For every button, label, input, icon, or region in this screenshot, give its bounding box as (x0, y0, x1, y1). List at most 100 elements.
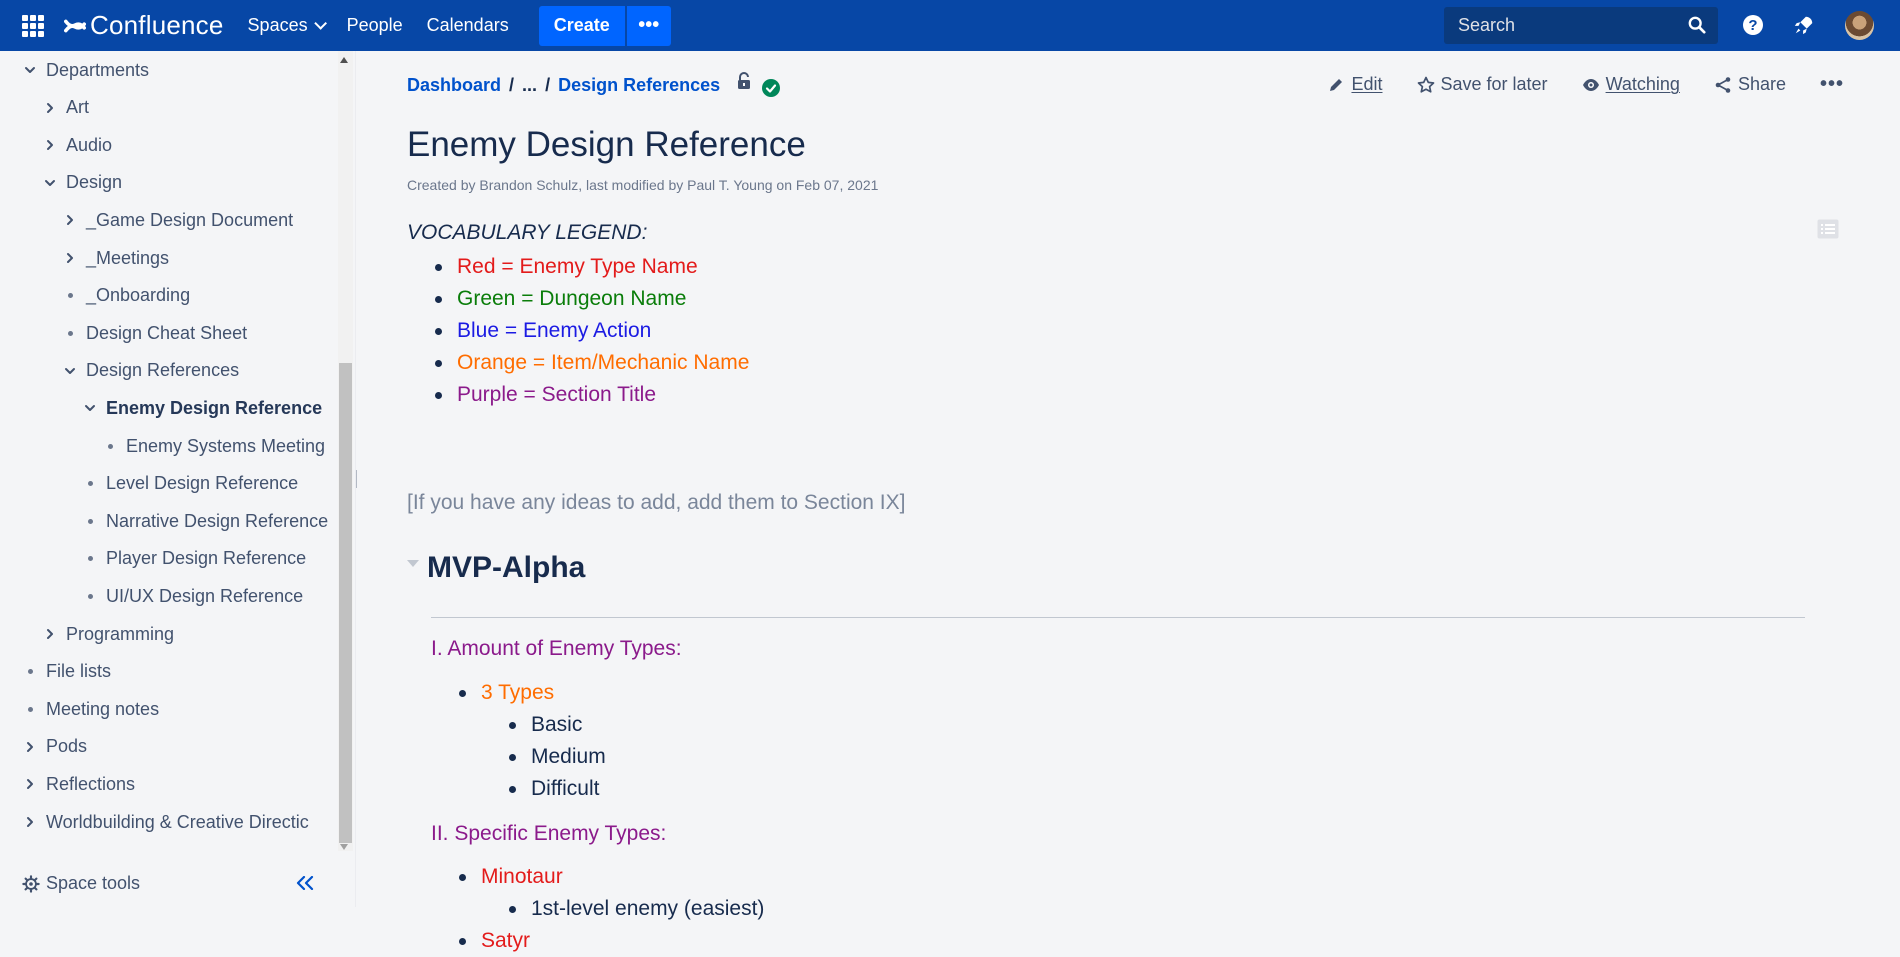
collapse-sidebar-icon[interactable] (296, 876, 314, 890)
table-of-contents-icon[interactable] (1817, 219, 1839, 239)
sidebar-item[interactable]: Reflections (20, 769, 135, 799)
page-byline: Created by Brandon Schulz, last modified… (407, 177, 879, 193)
breadcrumb: Dashboard / ... / Design References (407, 72, 781, 97)
watching-button[interactable]: Watching (1582, 74, 1680, 95)
page-tree-sidebar: Departments Art Audio Design _Game Design Do… (0, 51, 356, 907)
sidebar-item[interactable]: Audio (40, 130, 112, 160)
create-button-group: Create ••• (538, 5, 671, 46)
bullet-icon (80, 556, 100, 562)
calendars-link[interactable]: Calendars (427, 15, 509, 36)
list-item: Basic (509, 709, 606, 741)
notifications-rocket-icon[interactable] (1793, 14, 1815, 36)
save-for-later-label: Save for later (1440, 74, 1548, 94)
legend-item: Orange = Item/Mechanic Name (434, 347, 749, 379)
space-tools-label: Space tools (46, 873, 141, 893)
sidebar-item[interactable]: Worldbuilding & Creative Directic (20, 807, 309, 837)
chevron-right-icon[interactable] (40, 135, 60, 155)
bullet-icon (60, 330, 80, 336)
list-item: Medium (509, 741, 606, 773)
top-navigation-bar: Confluence Spaces People Calendars Creat… (0, 0, 1900, 51)
sidebar-item[interactable]: UI/UX Design Reference (80, 581, 303, 611)
spaces-menu[interactable]: Spaces (248, 15, 327, 36)
expand-section-icon[interactable] (407, 559, 419, 567)
chevron-down-icon[interactable] (60, 361, 80, 381)
breadcrumb-ellipsis[interactable]: ... (522, 75, 537, 96)
section-i-list: 3 Types (458, 677, 554, 709)
breadcrumb-dashboard[interactable]: Dashboard (407, 75, 501, 96)
sidebar-item-label: Pods (46, 736, 88, 757)
sidebar-item-label: Worldbuilding & Creative Directic (46, 811, 309, 832)
sidebar-item[interactable]: Design Cheat Sheet (60, 318, 247, 348)
sidebar-item-label: Design (66, 172, 123, 193)
breadcrumb-separator: / (545, 74, 551, 95)
more-actions-button[interactable]: ••• (1820, 73, 1844, 96)
chevron-down-icon[interactable] (40, 173, 60, 193)
sidebar-item[interactable]: _Onboarding (60, 281, 190, 311)
sidebar-item[interactable]: _Meetings (60, 243, 169, 273)
create-button[interactable]: Create (538, 5, 625, 46)
gear-icon (22, 874, 40, 893)
edit-button[interactable]: Edit (1327, 74, 1383, 95)
sidebar-item-label: Design References (86, 360, 240, 381)
unlocked-restrictions-icon[interactable] (736, 72, 752, 90)
pencil-icon (1330, 78, 1343, 91)
sidebar-item[interactable]: Design (40, 168, 122, 198)
main-content: Dashboard / ... / Design References Edit… (363, 51, 1900, 952)
sidebar-item[interactable]: File lists (20, 657, 111, 687)
chevron-right-icon[interactable] (20, 737, 40, 757)
mvp-alpha-heading[interactable]: MVP-Alpha (407, 551, 585, 585)
sidebar-item[interactable]: Enemy Design Reference (80, 393, 322, 423)
sidebar-item-label: Meeting notes (46, 698, 160, 719)
sidebar-item[interactable]: Level Design Reference (80, 469, 298, 499)
space-tools-button[interactable]: Space tools (22, 873, 140, 894)
chevron-right-icon[interactable] (60, 248, 80, 268)
sidebar-item[interactable]: Meeting notes (20, 694, 159, 724)
sidebar-scrollbar-thumb[interactable] (339, 363, 352, 843)
save-for-later-button[interactable]: Save for later (1417, 74, 1548, 95)
chevron-right-icon[interactable] (20, 812, 40, 832)
chevron-down-icon (313, 17, 327, 30)
sidebar-item-label: Audio (66, 134, 113, 155)
sidebar-item[interactable]: Art (40, 93, 89, 123)
chevron-down-icon[interactable] (20, 60, 40, 80)
watching-label: Watching (1605, 74, 1680, 94)
sidebar-item-label: _Game Design Document (86, 209, 294, 230)
breadcrumb-design-references[interactable]: Design References (558, 75, 720, 96)
search-input[interactable] (1456, 14, 1680, 37)
help-icon[interactable]: ? (1743, 15, 1763, 35)
sidebar-item[interactable]: Player Design Reference (80, 544, 306, 574)
edit-label: Edit (1351, 74, 1383, 94)
vocabulary-legend-list: Red = Enemy Type Name Green = Dungeon Nam… (434, 251, 749, 411)
user-avatar[interactable] (1845, 11, 1874, 40)
sidebar-item-label: Narrative Design Reference (106, 510, 329, 531)
sidebar-item[interactable]: Programming (40, 619, 174, 649)
app-switcher-icon[interactable] (22, 14, 44, 37)
mvp-alpha-title: MVP-Alpha (427, 551, 586, 584)
list-item: 1st-level enemy (easiest) (508, 893, 764, 925)
share-button[interactable]: Share (1714, 74, 1786, 95)
create-more-button[interactable]: ••• (626, 5, 671, 46)
section-ii-list: Satyr (458, 925, 530, 957)
confluence-logo[interactable]: Confluence (64, 10, 224, 41)
sidebar-item[interactable]: Narrative Design Reference (80, 506, 328, 536)
ideas-note: [If you have any ideas to add, add them … (407, 491, 906, 514)
chevron-down-icon[interactable] (80, 398, 100, 418)
chevron-right-icon[interactable] (40, 624, 60, 644)
chevron-right-icon[interactable] (40, 98, 60, 118)
scroll-down-arrow-icon[interactable] (340, 844, 348, 850)
scroll-up-arrow-icon[interactable] (340, 57, 348, 63)
chevron-right-icon[interactable] (60, 210, 80, 230)
sidebar-item-label: Enemy Design Reference (106, 397, 323, 418)
bullet-icon (80, 593, 100, 599)
search-icon[interactable] (1688, 16, 1706, 34)
sidebar-item[interactable]: _Game Design Document (60, 205, 293, 235)
sidebar-item-label: Reflections (46, 773, 136, 794)
sidebar-item[interactable]: Pods (20, 732, 87, 762)
sidebar-item[interactable]: Design References (60, 356, 239, 386)
sidebar-item[interactable]: Enemy Systems Meeting (100, 431, 325, 461)
sidebar-item[interactable]: Departments (20, 55, 149, 85)
list-item: Minotaur (459, 861, 563, 893)
chevron-right-icon[interactable] (20, 774, 40, 794)
people-link[interactable]: People (347, 15, 403, 36)
search-box (1444, 7, 1718, 44)
